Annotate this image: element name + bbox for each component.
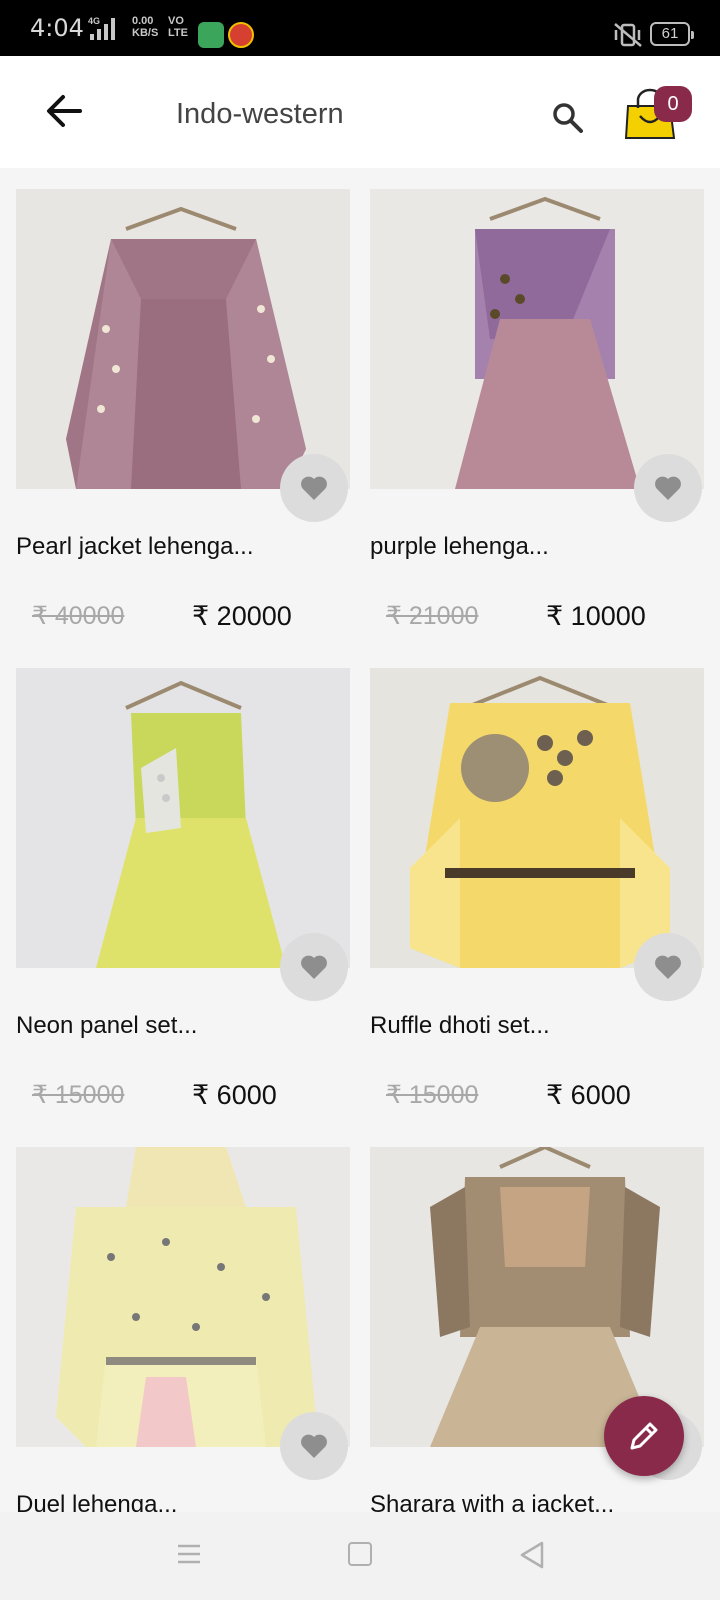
system-nav-bar bbox=[0, 1512, 720, 1600]
app-bar: Indo-western bbox=[0, 56, 720, 168]
volte-top: VO bbox=[168, 15, 184, 27]
vibrate-icon bbox=[614, 23, 642, 47]
product-card[interactable]: Pearl jacket lehenga... ₹ 40000 ₹ 20000 bbox=[16, 189, 350, 659]
product-name[interactable]: Sharara with a jacket... bbox=[370, 1491, 614, 1512]
home-button[interactable] bbox=[348, 1542, 372, 1566]
status-time: 4:04 bbox=[30, 14, 84, 42]
original-price: ₹ 40000 bbox=[32, 602, 125, 630]
sale-price: ₹ 6000 bbox=[546, 1080, 631, 1110]
product-grid: Pearl jacket lehenga... ₹ 40000 ₹ 20000 … bbox=[0, 168, 720, 1512]
product-name[interactable]: Neon panel set... bbox=[16, 1012, 197, 1040]
wishlist-button[interactable] bbox=[280, 933, 348, 1001]
heart-icon bbox=[301, 476, 327, 500]
product-name[interactable]: Duel lehenga... bbox=[16, 1491, 177, 1512]
nav-back-icon[interactable] bbox=[518, 1540, 546, 1570]
wishlist-button[interactable] bbox=[634, 933, 702, 1001]
product-image[interactable] bbox=[16, 189, 350, 489]
product-image[interactable] bbox=[370, 668, 704, 968]
product-name[interactable]: purple lehenga... bbox=[370, 533, 549, 561]
battery-indicator: 61 bbox=[650, 22, 694, 46]
product-name[interactable]: Pearl jacket lehenga... bbox=[16, 533, 253, 561]
search-button[interactable] bbox=[548, 98, 588, 138]
signal-icon: 4G bbox=[88, 16, 115, 40]
phone-app-icon bbox=[198, 22, 224, 48]
product-card[interactable]: purple lehenga... ₹ 21000 ₹ 10000 bbox=[370, 189, 704, 659]
cart-badge: 0 bbox=[654, 86, 692, 122]
search-icon bbox=[553, 103, 583, 133]
menu-icon[interactable] bbox=[176, 1542, 202, 1566]
product-card[interactable]: Neon panel set... ₹ 15000 ₹ 6000 bbox=[16, 668, 350, 1138]
sale-price: ₹ 6000 bbox=[192, 1080, 277, 1110]
status-bar: 4:04 4G 0.00 KB/S VO LTE 61 bbox=[0, 0, 720, 56]
original-price: ₹ 21000 bbox=[386, 602, 479, 630]
back-button[interactable] bbox=[40, 86, 90, 136]
pen-icon bbox=[630, 1422, 658, 1450]
product-card[interactable]: Duel lehenga... bbox=[16, 1147, 350, 1512]
edit-fab-button[interactable] bbox=[604, 1396, 684, 1476]
speed-value: 0.00 bbox=[132, 15, 154, 27]
speed-unit: KB/S bbox=[132, 27, 159, 39]
heart-icon bbox=[655, 476, 681, 500]
app-notification-icon bbox=[228, 22, 254, 48]
sale-price: ₹ 10000 bbox=[546, 601, 646, 631]
product-name[interactable]: Ruffle dhoti set... bbox=[370, 1012, 550, 1040]
original-price: ₹ 15000 bbox=[386, 1081, 479, 1109]
sale-price: ₹ 20000 bbox=[192, 601, 292, 631]
product-image[interactable] bbox=[16, 668, 350, 968]
network-speed: 0.00 KB/S bbox=[132, 15, 158, 39]
wishlist-button[interactable] bbox=[280, 1412, 348, 1480]
volte-indicator: VO LTE bbox=[168, 15, 188, 39]
product-image[interactable] bbox=[16, 1147, 350, 1447]
heart-icon bbox=[301, 955, 327, 979]
arrow-left-icon bbox=[47, 95, 82, 127]
volte-bottom: LTE bbox=[168, 27, 188, 39]
heart-icon bbox=[301, 1434, 327, 1458]
wishlist-button[interactable] bbox=[634, 454, 702, 522]
wishlist-button[interactable] bbox=[280, 454, 348, 522]
original-price: ₹ 15000 bbox=[32, 1081, 125, 1109]
product-card[interactable]: Ruffle dhoti set... ₹ 15000 ₹ 6000 bbox=[370, 668, 704, 1138]
network-label: 4G bbox=[88, 16, 100, 26]
heart-icon bbox=[655, 955, 681, 979]
page-title: Indo-western bbox=[176, 98, 344, 130]
product-image[interactable] bbox=[370, 189, 704, 489]
